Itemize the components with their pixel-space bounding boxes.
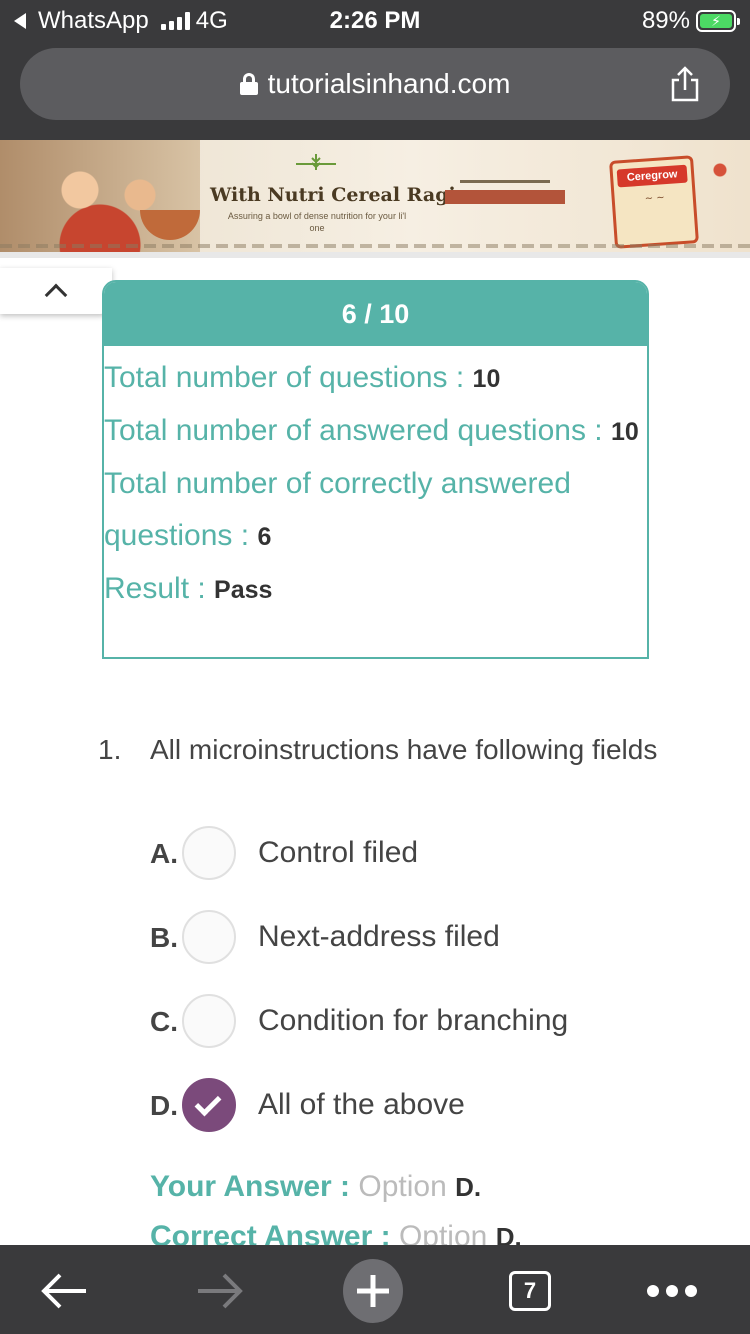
browser-toolbar: 7 <box>0 1245 750 1334</box>
score-header: 6 / 10 <box>104 282 647 346</box>
wheat-icon <box>296 154 336 170</box>
radio-button-checked[interactable] <box>182 1078 236 1132</box>
option-c[interactable]: C. Condition for branching <box>150 994 650 1054</box>
status-time: 2:26 PM <box>329 7 421 34</box>
ad-product-pack: Ceregrow ~ ~ <box>609 155 699 249</box>
your-answer: Your Answer : Option D. <box>150 1170 481 1204</box>
divider <box>0 252 750 258</box>
address-bar[interactable]: tutorialsinhand.com <box>20 48 730 120</box>
arrow-right-icon <box>198 1273 243 1309</box>
radio-button[interactable] <box>182 994 236 1048</box>
answered-questions-row: Total number of answered questions : 10 <box>104 405 647 458</box>
row-value: 10 <box>472 365 501 393</box>
battery-status: 89% ⚡ <box>641 7 740 35</box>
ad-headline: With Nutri Cereal Ragi <box>210 184 456 206</box>
ad-subline: Assuring a bowl of dense nutrition for y… <box>227 211 407 233</box>
ad-decor <box>460 180 550 183</box>
forward-button[interactable] <box>190 1261 250 1321</box>
option-letter: A. <box>150 838 178 869</box>
collapse-button[interactable] <box>0 268 112 314</box>
status-bar: WhatsApp 4G 2:26 PM 89% ⚡ <box>0 0 750 40</box>
option-letter: B. <box>150 922 178 953</box>
battery-icon: ⚡ <box>696 10 740 32</box>
ad-ribbon <box>445 190 565 204</box>
plus-icon <box>343 1259 403 1323</box>
question-text: All microinstructions have following fie… <box>150 734 658 765</box>
question-block: 1. All microinstructions have following … <box>98 724 658 776</box>
option-text: Condition for branching <box>258 1004 569 1037</box>
tabs-button[interactable]: 7 <box>500 1261 560 1321</box>
question-text-wrap: 1. All microinstructions have following … <box>98 724 658 776</box>
lock-icon <box>239 73 258 95</box>
ad-banner[interactable]: With Nutri Cereal Ragi Assuring a bowl o… <box>0 140 750 252</box>
question-number: 1. <box>98 734 122 765</box>
browser-bar: tutorialsinhand.com <box>0 40 750 140</box>
your-answer-label: Your Answer : <box>150 1170 359 1203</box>
total-questions-row: Total number of questions : 10 <box>104 352 647 405</box>
correct-answers-row: Total number of correctly answered quest… <box>104 458 647 563</box>
radio-button[interactable] <box>182 826 236 880</box>
more-button[interactable] <box>642 1261 702 1321</box>
your-answer-option-word: Option <box>358 1170 456 1203</box>
more-dots-icon <box>647 1285 697 1297</box>
option-letter: D. <box>150 1090 178 1121</box>
option-letter: C. <box>150 1006 178 1037</box>
back-button[interactable] <box>34 1261 94 1321</box>
row-label: Result : <box>104 572 215 605</box>
row-label: Total number of correctly answered quest… <box>104 467 571 552</box>
row-value: Pass <box>214 576 273 604</box>
result-card: 6 / 10 Total number of questions : 10 To… <box>102 280 649 659</box>
share-icon[interactable] <box>670 66 700 102</box>
your-answer-letter: D. <box>455 1172 482 1202</box>
row-value: 6 <box>257 523 272 551</box>
row-value: 10 <box>610 418 639 446</box>
option-text: Next-address filed <box>258 920 500 953</box>
ad-fineprint <box>0 244 750 248</box>
url-text: tutorialsinhand.com <box>267 68 511 99</box>
option-a[interactable]: A. Control filed <box>150 826 650 886</box>
checkmark-icon <box>194 1089 222 1117</box>
option-b[interactable]: B. Next-address filed <box>150 910 650 970</box>
option-d[interactable]: D. All of the above <box>150 1078 650 1138</box>
option-text: Control filed <box>258 836 419 869</box>
arrow-left-icon <box>41 1273 86 1309</box>
ad-pack-art: ~ ~ <box>644 192 666 205</box>
new-tab-button[interactable] <box>343 1259 403 1323</box>
option-text: All of the above <box>258 1088 465 1121</box>
ad-decor-dot <box>700 150 740 190</box>
row-label: Total number of answered questions : <box>104 414 611 447</box>
row-label: Total number of questions : <box>104 361 473 394</box>
radio-button[interactable] <box>182 910 236 964</box>
result-body: Total number of questions : 10 Total num… <box>104 346 647 616</box>
chevron-up-icon <box>44 283 68 307</box>
tab-count: 7 <box>509 1271 551 1311</box>
result-row: Result : Pass <box>104 563 647 616</box>
ad-brand: Ceregrow <box>616 164 688 188</box>
battery-percent: 89% <box>641 7 690 34</box>
